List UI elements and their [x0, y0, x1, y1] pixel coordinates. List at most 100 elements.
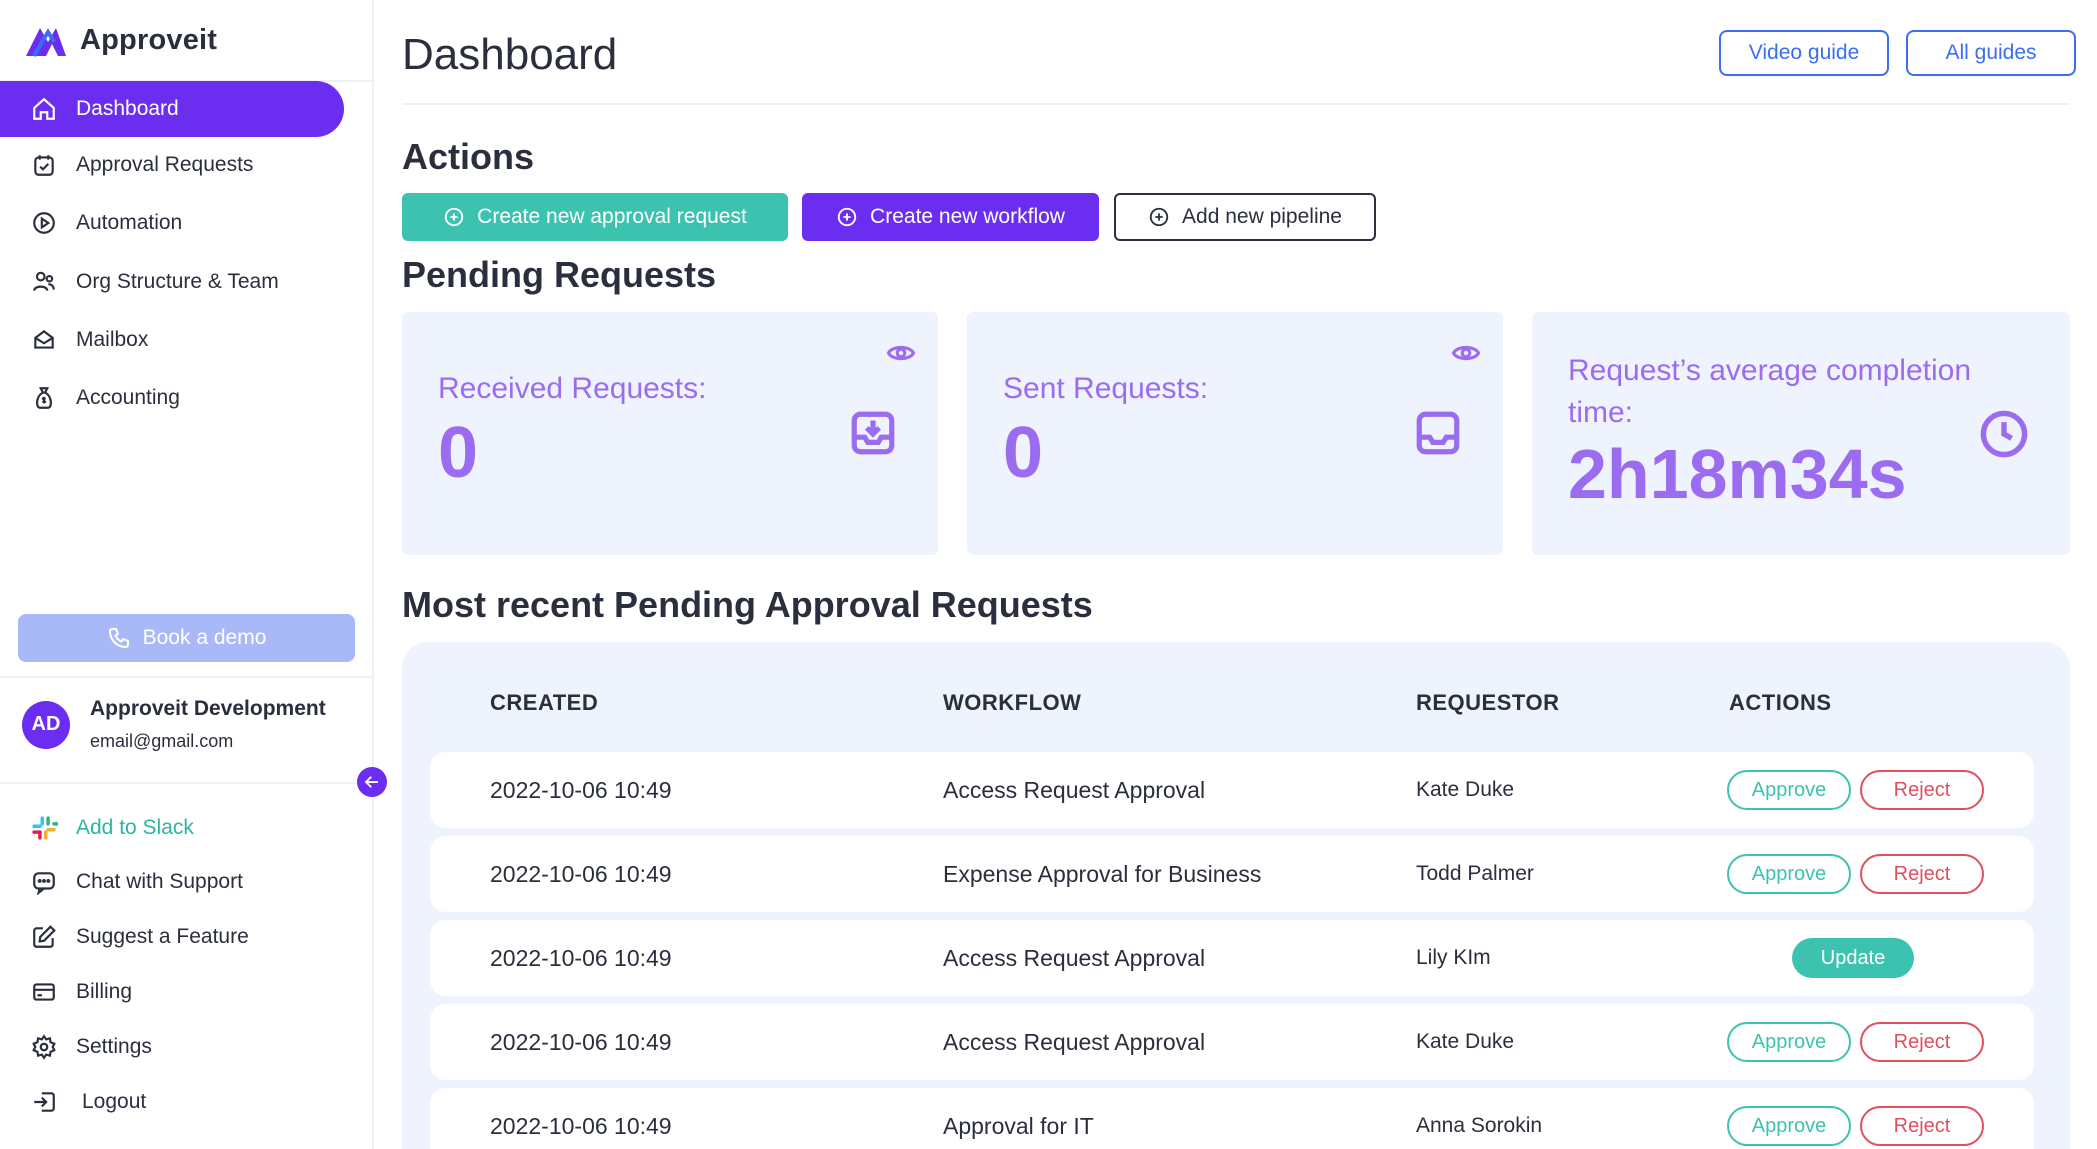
home-icon: [30, 95, 58, 123]
chat-with-support-link[interactable]: Chat with Support: [30, 862, 243, 902]
table-row: 2022-10-06 10:49 Expense Approval for Bus…: [430, 836, 2034, 912]
card-icon: [30, 978, 58, 1006]
actions-title: Actions: [402, 136, 535, 177]
average-completion-value: 2h18m34s: [1568, 435, 1907, 513]
slack-icon: [30, 814, 58, 842]
create-workflow-button[interactable]: Create new workflow: [802, 193, 1099, 241]
approveit-logo-icon: [26, 28, 66, 58]
column-header-workflow: WORKFLOW: [943, 690, 1082, 715]
sidebar-item-label: Dashboard: [76, 97, 179, 120]
recent-requests-table: CREATED WORKFLOW REQUESTOR ACTIONS 2022-…: [402, 642, 2070, 1149]
create-approval-request-button[interactable]: Create new approval request: [402, 193, 788, 241]
average-completion-label-line2: time:: [1568, 396, 1634, 429]
brand[interactable]: Approveit: [24, 20, 217, 60]
sidebar-item-approval-requests[interactable]: Approval Requests: [0, 137, 344, 193]
header-divider: [402, 103, 2070, 105]
table-row: 2022-10-06 10:49 Access Request Approval K…: [430, 752, 2034, 828]
arrow-left-icon: [363, 773, 381, 791]
book-demo-button[interactable]: Book a demo: [18, 614, 355, 662]
pending-requests-title: Pending Requests: [402, 254, 717, 295]
add-to-slack-label: Add to Slack: [76, 816, 194, 839]
reject-button[interactable]: Reject: [1860, 854, 1984, 894]
eye-icon[interactable]: [1451, 338, 1481, 368]
requestor-cell: Todd Palmer: [1416, 862, 1534, 885]
received-requests-card[interactable]: Received Requests: 0: [402, 312, 938, 555]
sent-requests-value: 0: [1003, 413, 1044, 493]
page-title: Dashboard: [402, 30, 618, 79]
workflow-cell: Access Request Approval: [943, 1028, 1206, 1055]
column-header-actions: ACTIONS: [1729, 690, 1832, 715]
sidebar: Approveit Dashboard Approval Requests Au…: [0, 0, 374, 1149]
workflow-cell: Approval for IT: [943, 1112, 1094, 1139]
video-guide-button[interactable]: Video guide: [1719, 30, 1889, 76]
brand-name: Approveit: [80, 23, 218, 56]
chat-icon: [30, 868, 58, 896]
sidebar-item-label: Automation: [76, 211, 183, 234]
table-row: 2022-10-06 10:49 Approval for IT Anna Soro…: [430, 1088, 2034, 1149]
requestor-cell: Kate Duke: [1416, 1030, 1515, 1053]
received-requests-label: Received Requests:: [438, 372, 707, 405]
phone-icon: [107, 626, 131, 650]
reject-button[interactable]: Reject: [1860, 1106, 1984, 1146]
workflow-cell: Access Request Approval: [943, 776, 1206, 803]
calendar-check-icon: [30, 151, 58, 179]
billing-link[interactable]: Billing: [30, 972, 132, 1012]
divider: [0, 676, 372, 678]
all-guides-button[interactable]: All guides: [1906, 30, 2076, 76]
average-completion-label: Request’s average completion time:: [1568, 350, 1971, 434]
recent-requests-title: Most recent Pending Approval Requests: [402, 584, 1093, 625]
sidebar-item-mailbox[interactable]: Mailbox: [0, 312, 344, 368]
logout-link[interactable]: Logout: [30, 1082, 146, 1122]
sidebar-item-org-structure[interactable]: Org Structure & Team: [0, 254, 344, 310]
table-row: 2022-10-06 10:49 Access Request Approval K…: [430, 1004, 2034, 1080]
sidebar-item-label: Mailbox: [76, 328, 149, 351]
collapse-sidebar-button[interactable]: [357, 767, 387, 797]
eye-icon[interactable]: [886, 338, 916, 368]
inbox-icon: [1416, 411, 1460, 455]
settings-label: Settings: [76, 1035, 152, 1058]
created-cell: 2022-10-06 10:49: [490, 860, 672, 887]
created-cell: 2022-10-06 10:49: [490, 944, 672, 971]
workflow-cell: Expense Approval for Business: [943, 860, 1262, 887]
requestor-cell: Lily KIm: [1416, 946, 1491, 969]
sidebar-item-accounting[interactable]: Accounting: [0, 370, 344, 426]
column-header-requestor: REQUESTOR: [1416, 690, 1560, 715]
suggest-feature-label: Suggest a Feature: [76, 925, 249, 948]
created-cell: 2022-10-06 10:49: [490, 1112, 672, 1139]
settings-link[interactable]: Settings: [30, 1027, 152, 1067]
book-demo-label: Book a demo: [142, 626, 267, 649]
update-button[interactable]: Update: [1792, 938, 1914, 978]
created-cell: 2022-10-06 10:49: [490, 776, 672, 803]
sent-requests-card[interactable]: Sent Requests: 0: [967, 312, 1503, 555]
received-requests-value: 0: [438, 413, 479, 493]
mailbox-icon: [30, 326, 58, 354]
sidebar-item-label: Approval Requests: [76, 153, 254, 176]
average-completion-label-line1: Request’s average completion: [1568, 354, 1972, 387]
table-row: 2022-10-06 10:49 Access Request Approval L…: [430, 920, 2034, 996]
logout-icon: [30, 1088, 58, 1116]
user-profile[interactable]: AD Approveit Development email@gmail.com: [22, 697, 326, 752]
approve-button[interactable]: Approve: [1727, 854, 1851, 894]
create-approval-request-label: Create new approval request: [477, 205, 747, 228]
add-to-slack-link[interactable]: Add to Slack: [30, 808, 194, 848]
inbox-download-icon: [851, 411, 895, 455]
approve-button[interactable]: Approve: [1727, 770, 1851, 810]
sent-requests-label: Sent Requests:: [1003, 372, 1209, 405]
approve-button[interactable]: Approve: [1727, 1106, 1851, 1146]
avatar: AD: [22, 700, 70, 749]
reject-button[interactable]: Reject: [1860, 1022, 1984, 1062]
gear-icon: [30, 1033, 58, 1061]
suggest-feature-link[interactable]: Suggest a Feature: [30, 917, 249, 957]
sidebar-item-automation[interactable]: Automation: [0, 195, 344, 251]
reject-button[interactable]: Reject: [1860, 770, 1984, 810]
create-workflow-label: Create new workflow: [870, 205, 1065, 228]
play-circle-icon: [30, 209, 58, 237]
plus-circle-icon: [443, 206, 465, 228]
billing-label: Billing: [76, 980, 133, 1003]
column-header-created: CREATED: [490, 690, 599, 715]
plus-circle-icon: [836, 206, 858, 228]
sidebar-item-dashboard[interactable]: Dashboard: [0, 81, 344, 137]
add-pipeline-button[interactable]: Add new pipeline: [1114, 193, 1376, 241]
approve-button[interactable]: Approve: [1727, 1022, 1851, 1062]
sidebar-item-label: Accounting: [76, 386, 180, 409]
